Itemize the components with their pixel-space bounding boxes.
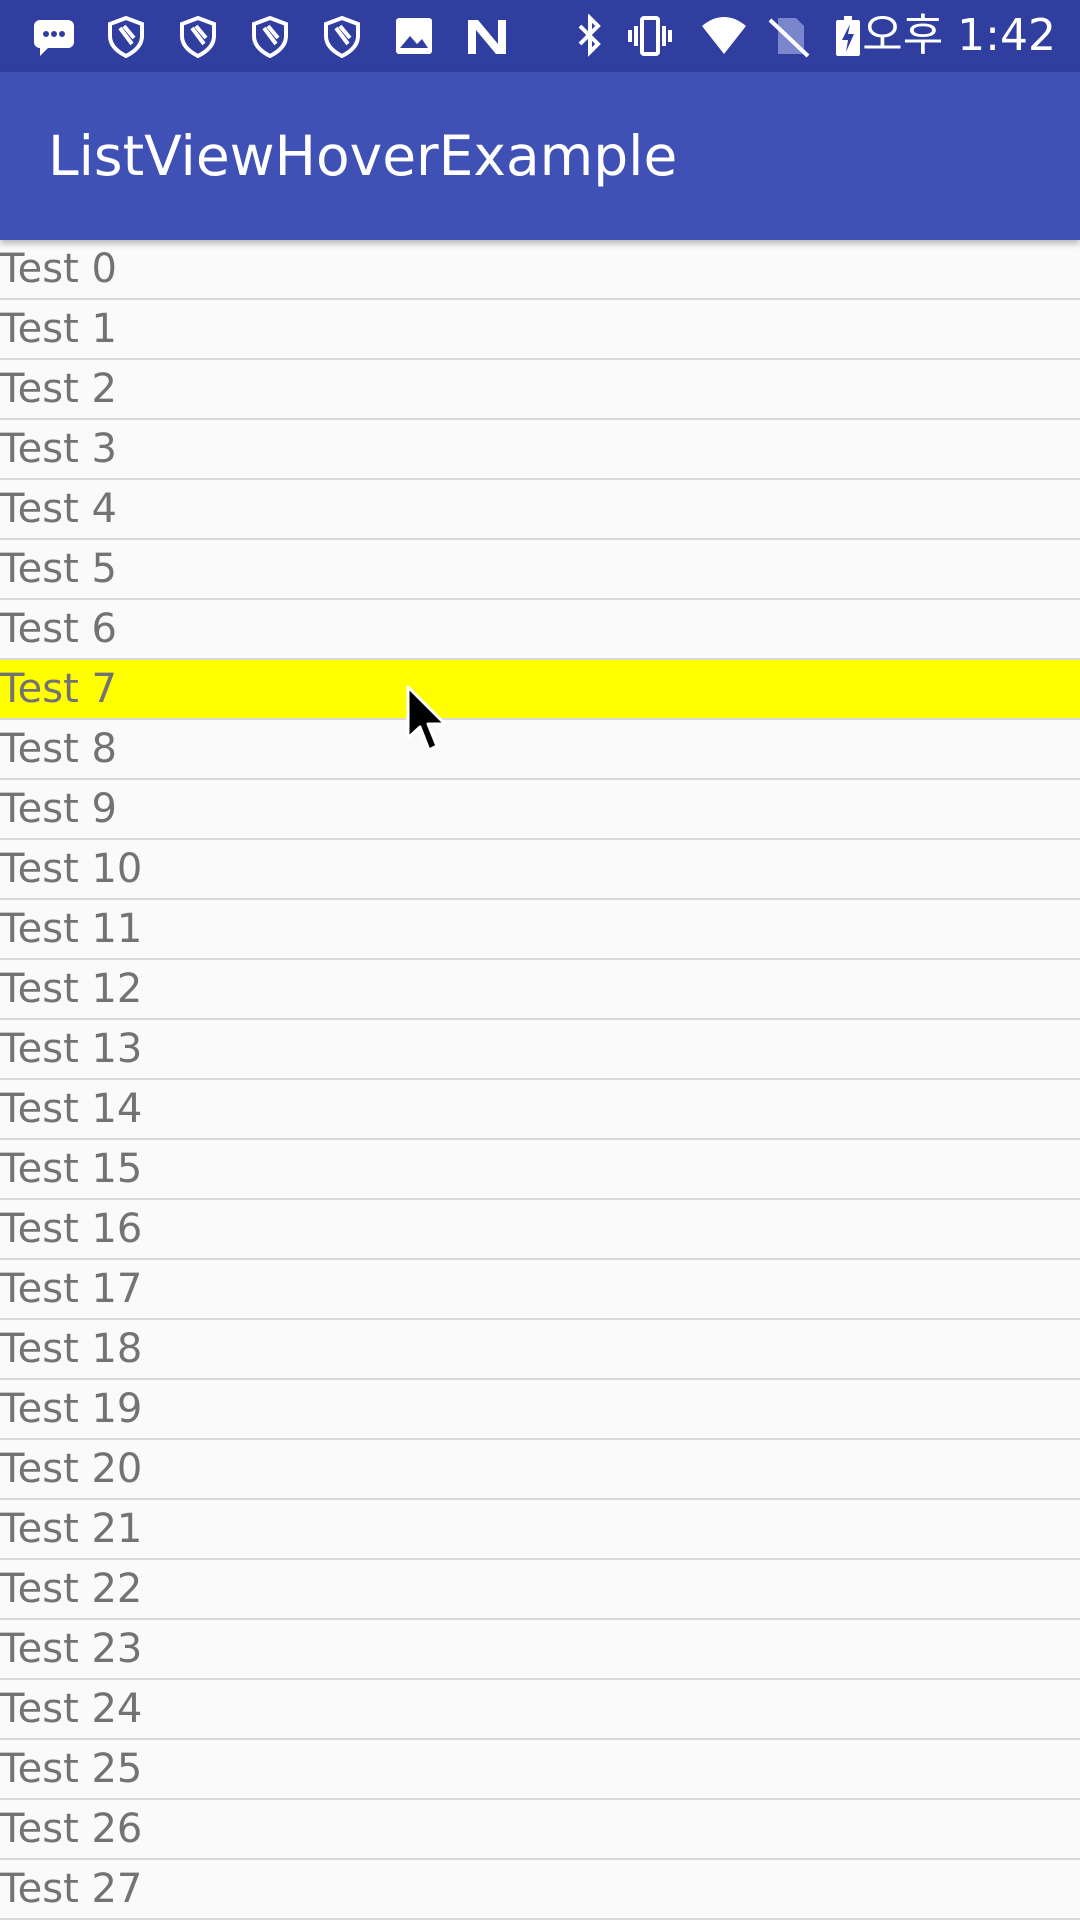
app-title: ListViewHoverExample — [48, 124, 678, 188]
list-item[interactable]: Test 11 — [0, 900, 1080, 960]
bluetooth-icon — [566, 14, 614, 58]
list-item-label: Test 6 — [0, 606, 117, 652]
list-item-label: Test 12 — [0, 966, 143, 1012]
list-item[interactable]: Test 18 — [0, 1320, 1080, 1380]
list-item-label: Test 4 — [0, 486, 117, 532]
list-item-label: Test 11 — [0, 906, 143, 952]
app-bar: ListViewHoverExample — [0, 72, 1080, 240]
list-item[interactable]: Test 27 — [0, 1860, 1080, 1920]
vibrate-icon — [626, 14, 674, 58]
list-item[interactable]: Test 0 — [0, 240, 1080, 300]
list-item-label: Test 8 — [0, 726, 117, 772]
list-item-label: Test 2 — [0, 366, 117, 412]
list-item-label: Test 19 — [0, 1386, 143, 1432]
list-item-hovered[interactable]: Test 7 — [0, 660, 1080, 720]
wifi-icon — [700, 14, 748, 58]
list-item[interactable]: Test 12 — [0, 960, 1080, 1020]
list-item[interactable]: Test 5 — [0, 540, 1080, 600]
status-bar: 오후 1:42 — [0, 0, 1080, 72]
shield-icon — [174, 14, 222, 58]
list-item-label: Test 0 — [0, 246, 117, 292]
list-item[interactable]: Test 6 — [0, 600, 1080, 660]
mouse-pointer-icon — [406, 685, 447, 752]
list-item[interactable]: Test 23 — [0, 1620, 1080, 1680]
list-item[interactable]: Test 1 — [0, 300, 1080, 360]
list-item[interactable]: Test 14 — [0, 1080, 1080, 1140]
list-item-label: Test 25 — [0, 1746, 143, 1792]
list-item[interactable]: Test 24 — [0, 1680, 1080, 1740]
list-item[interactable]: Test 10 — [0, 840, 1080, 900]
list-item-label: Test 15 — [0, 1146, 143, 1192]
list-item[interactable]: Test 13 — [0, 1020, 1080, 1080]
list-item-label: Test 5 — [0, 546, 117, 592]
list-item-label: Test 13 — [0, 1026, 143, 1072]
list-view[interactable]: Test 0 Test 1 Test 2 Test 3 Test 4 Test 5 Test… — [0, 240, 1080, 1920]
list-item-label: Test 24 — [0, 1686, 143, 1732]
list-item-label: Test 7 — [0, 666, 117, 712]
list-item[interactable]: Test 21 — [0, 1500, 1080, 1560]
list-item-label: Test 26 — [0, 1806, 143, 1852]
n-logo-icon — [462, 14, 510, 58]
list-item-label: Test 20 — [0, 1446, 143, 1492]
shield-icon — [318, 14, 366, 58]
list-item-label: Test 10 — [0, 846, 143, 892]
list-item-label: Test 18 — [0, 1326, 143, 1372]
shield-icon — [246, 14, 294, 58]
list-item[interactable]: Test 9 — [0, 780, 1080, 840]
list-item[interactable]: Test 26 — [0, 1800, 1080, 1860]
message-icon — [30, 14, 78, 58]
list-item-label: Test 22 — [0, 1566, 143, 1612]
list-item[interactable]: Test 25 — [0, 1740, 1080, 1800]
list-item[interactable]: Test 4 — [0, 480, 1080, 540]
list-item[interactable]: Test 15 — [0, 1140, 1080, 1200]
list-item-label: Test 14 — [0, 1086, 143, 1132]
list-item-label: Test 23 — [0, 1626, 143, 1672]
list-item[interactable]: Test 2 — [0, 360, 1080, 420]
image-icon — [390, 14, 438, 58]
list-item[interactable]: Test 19 — [0, 1380, 1080, 1440]
list-item[interactable]: Test 17 — [0, 1260, 1080, 1320]
list-item-label: Test 1 — [0, 306, 117, 352]
list-item[interactable]: Test 8 — [0, 720, 1080, 780]
list-item[interactable]: Test 16 — [0, 1200, 1080, 1260]
list-item[interactable]: Test 22 — [0, 1560, 1080, 1620]
shield-icon — [102, 14, 150, 58]
list-item[interactable]: Test 3 — [0, 420, 1080, 480]
list-item-label: Test 3 — [0, 426, 117, 472]
no-sim-icon — [764, 14, 812, 58]
list-item[interactable]: Test 20 — [0, 1440, 1080, 1500]
status-time: 오후 1:42 — [862, 10, 1056, 61]
list-item-label: Test 17 — [0, 1266, 143, 1312]
list-item-label: Test 16 — [0, 1206, 143, 1252]
list-item-label: Test 21 — [0, 1506, 143, 1552]
list-item-label: Test 9 — [0, 786, 117, 832]
list-item-label: Test 27 — [0, 1866, 143, 1912]
